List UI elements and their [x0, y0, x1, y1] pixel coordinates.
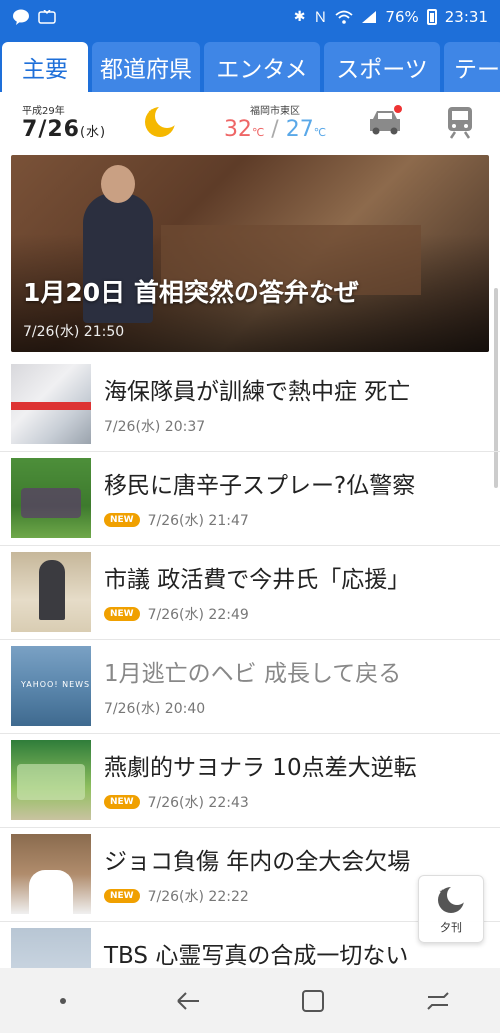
article-title: TBS 心霊写真の合成一切ない: [104, 943, 409, 969]
battery-percent: 76%: [385, 8, 419, 26]
list-item[interactable]: YAHOO! NEWS 1月逃亡のヘビ 成長して戻る 7/26(水) 20:40: [0, 640, 500, 734]
category-tabs: 主要 都道府県 エンタメ スポーツ テー: [0, 34, 500, 92]
date-slash: /: [38, 117, 48, 142]
status-left: [12, 9, 56, 25]
article-thumbnail: [11, 552, 91, 632]
tab-sports[interactable]: スポーツ: [324, 42, 440, 92]
dot-icon: [59, 997, 66, 1004]
svg-text:★: ★: [148, 108, 154, 116]
date-day: 26: [47, 117, 80, 142]
tab-entertainment[interactable]: エンタメ: [204, 42, 320, 92]
nav-dot-button[interactable]: [33, 976, 93, 1026]
article-meta: NEW 7/26(水) 22:49: [104, 604, 249, 624]
new-badge: NEW: [104, 795, 140, 809]
temp-low-unit: ℃: [313, 126, 327, 139]
evening-edition-button[interactable]: ★ 夕刊: [418, 875, 484, 943]
article-meta: NEW 7/26(水) 22:22: [104, 886, 249, 906]
train-icon: [448, 107, 472, 139]
battery-icon: [426, 9, 437, 25]
hero-image-head: [101, 165, 135, 203]
nav-recents-button[interactable]: [408, 976, 468, 1026]
temp-high: 32: [223, 117, 252, 142]
hero-title: 1月20日 首相突然の答弁なぜ: [23, 278, 359, 307]
tab-prefectures[interactable]: 都道府県: [92, 42, 200, 92]
article-time: 7/26(水) 22:49: [147, 607, 249, 623]
back-arrow-icon: [176, 991, 199, 1010]
article-time: 7/26(水) 20:37: [104, 419, 206, 435]
date-display: 7/26(水): [22, 117, 120, 142]
article-meta: NEW 7/26(水) 21:47: [104, 510, 249, 530]
nav-back-button[interactable]: [158, 976, 218, 1026]
article-title: ジョコ負傷 年内の全大会欠場: [104, 849, 411, 875]
evening-edition-label: 夕刊: [440, 921, 462, 934]
temp-low: 27: [285, 117, 314, 142]
list-item[interactable]: 市議 政活費で今井氏「応援」 NEW 7/26(水) 22:49: [0, 546, 500, 640]
hero-article[interactable]: 1月20日 首相突然の答弁なぜ 7/26(水) 21:50: [11, 155, 489, 352]
thumbnail-detail: [11, 402, 91, 410]
article-thumbnail: [11, 458, 91, 538]
list-item[interactable]: 燕劇的サヨナラ 10点差大逆転 NEW 7/26(水) 22:43: [0, 734, 500, 828]
temp-separator: /: [264, 117, 286, 142]
list-item[interactable]: 移民に唐辛子スプレー?仏警察 NEW 7/26(水) 21:47: [0, 452, 500, 546]
thumbnail-detail: [17, 764, 85, 800]
new-badge: NEW: [104, 607, 140, 621]
ktv-icon: [38, 10, 56, 24]
article-title: 移民に唐辛子スプレー?仏警察: [104, 473, 416, 499]
article-meta: NEW 7/26(水) 22:43: [104, 792, 249, 812]
line-icon: [13, 9, 29, 25]
system-nav-bar: [0, 968, 500, 1033]
article-title: 市議 政活費で今井氏「応援」: [104, 567, 411, 593]
clock: 23:31: [444, 8, 488, 26]
tab-main[interactable]: 主要: [2, 42, 88, 92]
status-right: ✱ Ｎ 76% 23:31: [294, 7, 488, 27]
traffic-notification-dot: [394, 105, 402, 113]
new-badge: NEW: [104, 889, 140, 903]
city-label: 福岡市東区: [250, 106, 300, 117]
article-title: 海保隊員が訓練で熱中症 死亡: [104, 379, 411, 405]
hero-time: 7/26(水) 21:50: [23, 324, 125, 340]
signal-icon: [362, 11, 377, 23]
nfc-icon: Ｎ: [313, 10, 328, 26]
article-time: 7/26(水) 21:47: [147, 513, 249, 529]
weather-block[interactable]: 福岡市東区 32℃ / 27℃: [200, 102, 350, 142]
article-meta: 7/26(水) 20:40: [104, 698, 205, 718]
temp-high-unit: ℃: [251, 126, 265, 139]
article-thumbnail: [11, 364, 91, 444]
moon-icon: ★: [438, 885, 467, 913]
date-dow: (水): [79, 125, 107, 140]
moon-icon: ★: [145, 104, 179, 137]
tab-te[interactable]: テー: [444, 42, 500, 92]
bluetooth-icon: ✱: [293, 9, 306, 25]
article-title: 1月逃亡のヘビ 成長して戻る: [104, 661, 402, 687]
thumbnail-detail: [21, 488, 81, 518]
new-badge: NEW: [104, 513, 140, 527]
thumbnail-detail: [29, 870, 73, 914]
date-block: 平成29年 7/26(水): [0, 102, 120, 142]
recents-icon: [426, 991, 449, 1010]
temperature: 32℃ / 27℃: [200, 117, 350, 142]
article-thumbnail: [11, 740, 91, 820]
wifi-icon: [335, 10, 354, 24]
nav-home-button[interactable]: [283, 976, 343, 1026]
article-time: 7/26(水) 20:40: [104, 701, 206, 717]
thumbnail-detail: [39, 560, 65, 620]
thumbnail-logo: YAHOO! NEWS: [21, 680, 91, 689]
info-strip: 平成29年 7/26(水) ★ 福岡市東区 32℃ / 27℃: [0, 92, 500, 152]
article-meta: 7/26(水) 20:37: [104, 416, 205, 436]
article-time: 7/26(水) 22:43: [147, 795, 249, 811]
traffic-button[interactable]: [350, 105, 420, 137]
article-thumbnail: [11, 834, 91, 914]
era-label: 平成29年: [22, 106, 65, 117]
article-thumbnail: YAHOO! NEWS: [11, 646, 91, 726]
list-item[interactable]: 海保隊員が訓練で熱中症 死亡 7/26(水) 20:37: [0, 358, 500, 452]
status-bar: ✱ Ｎ 76% 23:31: [0, 0, 500, 34]
weather-moon[interactable]: ★: [120, 102, 200, 142]
train-button[interactable]: [420, 105, 500, 139]
article-title: 燕劇的サヨナラ 10点差大逆転: [104, 755, 417, 781]
date-month: 7: [22, 117, 39, 142]
svg-text:★: ★: [439, 888, 445, 896]
article-time: 7/26(水) 22:22: [147, 889, 249, 905]
home-square-icon: [301, 989, 324, 1012]
